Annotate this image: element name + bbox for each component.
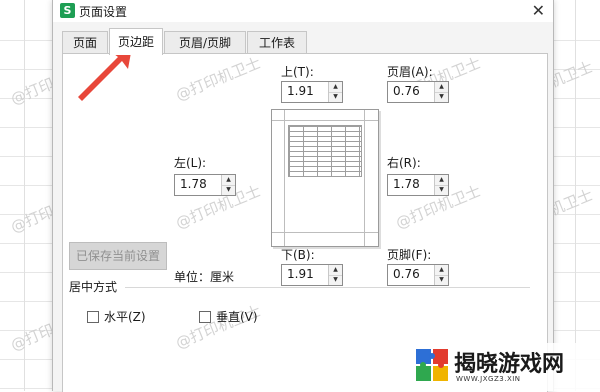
footer-margin-label: 页脚(F):	[387, 248, 432, 262]
right-margin-spinner[interactable]: 1.78 ▲ ▼	[387, 174, 449, 196]
grid-column-line	[575, 0, 576, 391]
preview-table	[288, 125, 362, 177]
checkbox-icon[interactable]	[199, 310, 211, 323]
grid-column-line	[24, 0, 25, 391]
right-margin-value: 1.78	[393, 177, 420, 191]
dialog-title: 页面设置	[79, 5, 128, 19]
tab-header-footer[interactable]: 页眉/页脚	[164, 31, 246, 54]
spin-down-icon[interactable]: ▼	[435, 92, 448, 102]
center-section-title: 居中方式	[69, 280, 118, 294]
center-vertical-checkbox[interactable]: 垂直(V)	[199, 308, 258, 325]
title-bar: S 页面设置 ✕	[53, 0, 553, 22]
footer-margin-spinner[interactable]: 0.76 ▲ ▼	[387, 264, 449, 286]
preview-margin-line	[272, 232, 378, 233]
right-margin-label: 右(R):	[387, 156, 421, 170]
bottom-margin-label: 下(B):	[281, 248, 315, 262]
header-margin-label: 页眉(A):	[387, 65, 433, 79]
top-margin-value: 1.91	[287, 84, 314, 98]
tab-worksheet[interactable]: 工作表	[247, 31, 307, 54]
page-preview	[271, 109, 379, 247]
left-margin-label: 左(L):	[174, 156, 207, 170]
center-vertical-label: 垂直(V)	[216, 310, 258, 324]
bottom-margin-spinner[interactable]: 1.91 ▲ ▼	[281, 264, 343, 286]
watermark: @打印机卫士	[173, 53, 264, 105]
spin-down-icon[interactable]: ▼	[329, 92, 342, 102]
preview-margin-line	[364, 110, 365, 246]
puzzle-logo-icon	[416, 349, 448, 381]
close-icon[interactable]: ✕	[532, 1, 545, 20]
center-horizontal-label: 水平(Z)	[104, 310, 146, 324]
logo-url: WWW.JXGZ3.XIN	[456, 375, 521, 383]
margins-panel: @打印机卫士 @打印机卫士 @打印机卫士 @打印机卫士 @打印机卫士 上(T):…	[62, 53, 548, 392]
top-margin-spinner[interactable]: 1.91 ▲ ▼	[281, 81, 343, 103]
tab-margins[interactable]: 页边距	[109, 28, 163, 55]
footer-margin-value: 0.76	[393, 267, 420, 281]
left-margin-spinner[interactable]: 1.78 ▲ ▼	[174, 174, 236, 196]
left-margin-value: 1.78	[180, 177, 207, 191]
top-margin-label: 上(T):	[281, 65, 314, 79]
save-settings-button[interactable]: 已保存当前设置	[69, 242, 167, 270]
checkbox-icon[interactable]	[87, 310, 99, 323]
preview-margin-line	[284, 110, 285, 246]
site-logo: 揭晓游戏网 WWW.JXGZ3.XIN	[408, 343, 600, 391]
header-margin-spinner[interactable]: 0.76 ▲ ▼	[387, 81, 449, 103]
header-margin-value: 0.76	[393, 84, 420, 98]
spin-down-icon[interactable]: ▼	[329, 275, 342, 285]
section-divider	[125, 287, 530, 288]
center-horizontal-checkbox[interactable]: 水平(Z)	[87, 308, 146, 325]
app-icon: S	[60, 3, 75, 18]
bottom-margin-value: 1.91	[287, 267, 314, 281]
preview-margin-line	[272, 120, 378, 121]
logo-name: 揭晓游戏网	[454, 352, 565, 377]
spin-down-icon[interactable]: ▼	[435, 185, 448, 195]
unit-label: 单位：厘米	[174, 270, 235, 284]
spin-down-icon[interactable]: ▼	[435, 275, 448, 285]
spin-down-icon[interactable]: ▼	[222, 185, 235, 195]
